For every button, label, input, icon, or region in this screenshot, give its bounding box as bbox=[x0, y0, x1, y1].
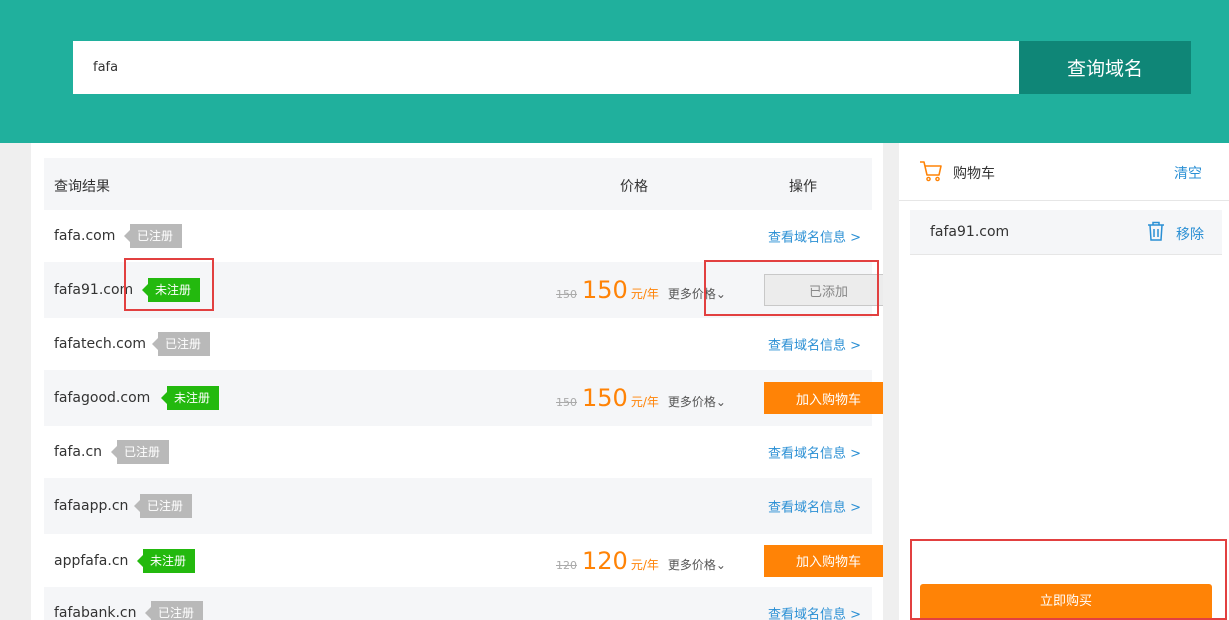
price-unit: 元/年 bbox=[630, 395, 659, 409]
view-domain-info-link[interactable]: 查看域名信息 > bbox=[768, 227, 861, 246]
clear-cart-link[interactable]: 清空 bbox=[1174, 163, 1202, 183]
view-domain-info-link[interactable]: 查看域名信息 > bbox=[768, 443, 861, 462]
more-prices-link[interactable]: 更多价格⌄ bbox=[668, 285, 726, 302]
table-row: fafagood.com 未注册 150 150 元/年 更多价格⌄ 加入购物车 bbox=[44, 370, 883, 426]
chevron-down-icon: ⌄ bbox=[715, 557, 726, 572]
col-action-header: 操作 bbox=[789, 179, 817, 195]
chevron-down-icon: ⌄ bbox=[715, 287, 726, 301]
cart-header: 购物车 清空 bbox=[899, 143, 1229, 201]
status-badge: 未注册 bbox=[160, 386, 220, 410]
status-badge: 未注册 bbox=[141, 278, 201, 302]
cart-title: 购物车 bbox=[953, 166, 995, 182]
domain-name: fafaapp.cn bbox=[54, 498, 129, 514]
table-row: fafaapp.cn 已注册 查看域名信息 > bbox=[44, 478, 872, 534]
results-panel: 查询结果 价格 操作 fafa.com 已注册 查看域名信息 > fafa91.… bbox=[31, 143, 883, 620]
status-badge: 已注册 bbox=[151, 332, 211, 356]
header-banner: 查询域名 bbox=[0, 0, 1229, 143]
chevron-down-icon: ⌄ bbox=[715, 395, 726, 409]
status-badge: 已注册 bbox=[133, 494, 193, 518]
status-badge: 已注册 bbox=[110, 440, 170, 464]
remove-item-link[interactable]: 移除 bbox=[1176, 224, 1204, 244]
domain-name: appfafa.cn bbox=[54, 552, 129, 569]
col-price-header: 价格 bbox=[620, 179, 648, 195]
buy-now-button[interactable]: 立即购买 bbox=[920, 584, 1212, 620]
cart-item-name: fafa91.com bbox=[930, 224, 1010, 240]
more-prices-link[interactable]: 更多价格⌄ bbox=[668, 393, 726, 410]
table-row: fafa91.com 未注册 150 150 元/年 更多价格⌄ 已添加 bbox=[44, 262, 883, 318]
view-domain-info-link[interactable]: 查看域名信息 > bbox=[768, 497, 861, 516]
status-badge: 已注册 bbox=[144, 601, 204, 620]
table-row: fafa.com 已注册 查看域名信息 > bbox=[44, 210, 872, 262]
table-row: fafatech.com 已注册 查看域名信息 > bbox=[44, 318, 872, 370]
add-to-cart-button[interactable]: 加入购物车 bbox=[764, 382, 883, 414]
domain-name: fafa.cn bbox=[54, 444, 103, 460]
status-badge: 已注册 bbox=[123, 224, 183, 248]
current-price: 120 bbox=[582, 546, 628, 575]
view-domain-info-link[interactable]: 查看域名信息 > bbox=[768, 604, 861, 620]
add-to-cart-button[interactable]: 加入购物车 bbox=[764, 544, 883, 577]
price-block: 120 120 元/年 更多价格⌄ bbox=[556, 547, 726, 575]
view-domain-info-link[interactable]: 查看域名信息 > bbox=[768, 335, 861, 354]
status-badge: 未注册 bbox=[136, 548, 196, 573]
original-price: 120 bbox=[556, 558, 577, 572]
table-row: fafa.cn 已注册 查看域名信息 > bbox=[44, 426, 872, 478]
cart-item: fafa91.com 移除 bbox=[910, 210, 1222, 255]
trash-icon[interactable] bbox=[1147, 221, 1165, 241]
cart-panel: 购物车 清空 fafa91.com 移除 立即购买 bbox=[899, 143, 1229, 620]
cart-icon bbox=[920, 161, 942, 182]
table-header: 查询结果 价格 操作 bbox=[44, 158, 872, 210]
table-row: fafabank.cn 已注册 查看域名信息 > bbox=[44, 587, 872, 620]
search-button[interactable]: 查询域名 bbox=[1019, 41, 1191, 94]
table-row: appfafa.cn 未注册 120 120 元/年 更多价格⌄ 加入购物车 bbox=[44, 534, 883, 587]
domain-name: fafagood.com bbox=[54, 390, 151, 406]
domain-name: fafabank.cn bbox=[54, 605, 137, 620]
price-unit: 元/年 bbox=[630, 557, 659, 572]
domain-name: fafa91.com bbox=[54, 282, 134, 298]
price-block: 150 150 元/年 更多价格⌄ bbox=[556, 276, 726, 304]
search-input[interactable] bbox=[73, 41, 1019, 94]
price-unit: 元/年 bbox=[630, 287, 659, 301]
added-button[interactable]: 已添加 bbox=[764, 274, 883, 306]
more-prices-link[interactable]: 更多价格⌄ bbox=[668, 556, 726, 573]
current-price: 150 bbox=[582, 384, 628, 412]
more-prices-label: 更多价格 bbox=[667, 395, 716, 409]
current-price: 150 bbox=[582, 276, 628, 304]
price-block: 150 150 元/年 更多价格⌄ bbox=[556, 384, 726, 412]
original-price: 150 bbox=[556, 288, 577, 301]
more-prices-label: 更多价格 bbox=[667, 287, 716, 301]
domain-name: fafa.com bbox=[54, 228, 116, 244]
domain-name: fafatech.com bbox=[54, 336, 147, 352]
col-result-header: 查询结果 bbox=[54, 179, 110, 195]
original-price: 150 bbox=[556, 396, 577, 409]
more-prices-label: 更多价格 bbox=[667, 557, 716, 572]
